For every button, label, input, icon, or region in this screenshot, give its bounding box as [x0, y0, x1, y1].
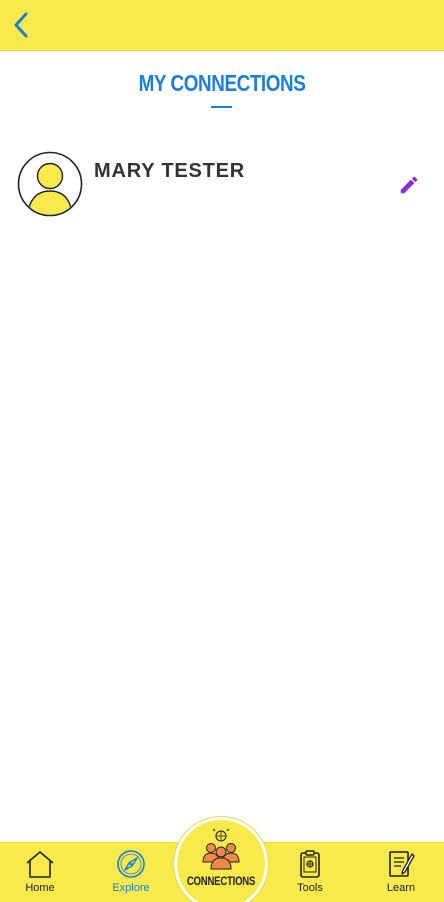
nav-label-learn: Learn [386, 882, 416, 894]
notebook-pencil-icon [389, 851, 415, 877]
home-icon [26, 851, 54, 878]
connection-name: MARY TESTER [94, 160, 246, 182]
page-title: MY CONNECTIONS [138, 70, 306, 96]
compass-icon [117, 850, 145, 878]
nav-item-tools[interactable]: Tools [274, 843, 346, 902]
pencil-icon [400, 176, 418, 194]
nav-item-connections[interactable]: CONNECTIONS [177, 820, 265, 902]
people-group-icon [202, 828, 240, 870]
clipboard-icon [300, 850, 320, 878]
nav-item-learn[interactable]: Learn [365, 843, 437, 902]
person-avatar-icon [17, 151, 83, 217]
back-button[interactable] [6, 8, 36, 42]
chevron-left-icon [14, 12, 28, 38]
nav-item-home[interactable]: Home [4, 843, 76, 902]
nav-label-tools: Tools [297, 882, 323, 894]
connection-row[interactable]: MARY TESTER [0, 148, 444, 220]
nav-item-explore[interactable]: Explore [95, 843, 167, 902]
nav-label-connections: CONNECTIONS [186, 874, 256, 888]
nav-label-explore: Explore [112, 882, 150, 894]
top-bar [0, 0, 444, 51]
edit-connection-button[interactable] [396, 172, 422, 198]
app-screen: MY CONNECTIONS MARY TESTER Home Explore … [0, 0, 444, 902]
nav-label-home: Home [25, 882, 55, 894]
title-underline [211, 106, 232, 108]
